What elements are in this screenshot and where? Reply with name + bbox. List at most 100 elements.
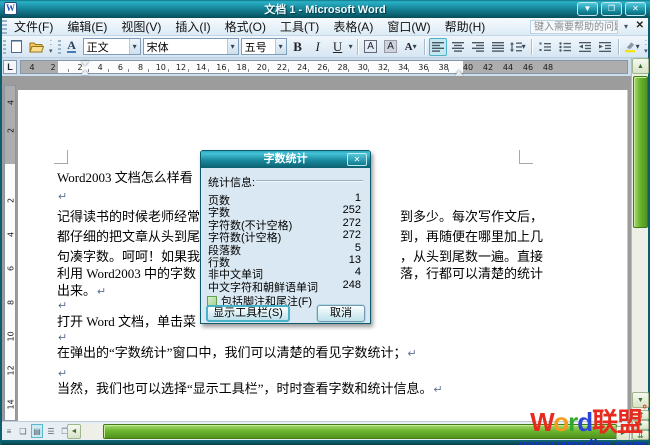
restore-button[interactable]: ❒ bbox=[601, 2, 622, 16]
ruler-number: 48 bbox=[541, 63, 555, 72]
increase-indent-icon bbox=[599, 42, 611, 52]
menu-item[interactable]: 格式(O) bbox=[218, 16, 273, 37]
bullets-button[interactable] bbox=[556, 38, 574, 56]
bold-button[interactable]: B bbox=[289, 38, 307, 56]
size-combo[interactable]: 五号 ▾ bbox=[241, 38, 287, 55]
character-shading-button[interactable]: A bbox=[382, 38, 400, 56]
dialog-close-button[interactable]: ✕ bbox=[347, 153, 367, 166]
ruler-number: 42 bbox=[481, 63, 495, 72]
menu-item[interactable]: 工具(T) bbox=[273, 16, 326, 37]
style-combo[interactable]: 正文 ▾ bbox=[83, 38, 141, 55]
ruler-number: 4 bbox=[7, 98, 16, 108]
view-buttons: ≡ ❑ ▤ ☰ ❐ bbox=[3, 424, 71, 438]
font-combo-arrow-icon[interactable]: ▾ bbox=[227, 39, 238, 54]
underline-button[interactable]: U bbox=[329, 38, 347, 56]
separator bbox=[618, 39, 619, 55]
separator bbox=[531, 39, 532, 55]
ruler-number: 40 bbox=[461, 63, 475, 72]
vertical-scroll-thumb[interactable] bbox=[633, 76, 648, 228]
menu-item[interactable]: 编辑(E) bbox=[60, 16, 114, 37]
show-toolbar-button[interactable]: 显示工具栏(S) bbox=[206, 305, 290, 322]
new-document-button[interactable] bbox=[8, 38, 26, 56]
menubar: 文件(F)编辑(E)视图(V)插入(I)格式(O)工具(T)表格(A)窗口(W)… bbox=[0, 18, 650, 36]
styles-icon: A bbox=[67, 40, 76, 53]
vertical-scrollbar[interactable]: ▲ ▼ ⇈ ● ⇊ bbox=[631, 58, 648, 440]
character-scaling-button[interactable]: A ▾ bbox=[402, 38, 420, 56]
line-spacing-button[interactable]: ▾ bbox=[509, 38, 527, 56]
increase-indent-button[interactable] bbox=[596, 38, 614, 56]
document-line: 在弹出的“字数统计”窗口中，我们可以清楚的看见字数统计；↵ bbox=[57, 342, 618, 359]
close-button[interactable]: ✕ bbox=[625, 2, 646, 16]
style-combo-arrow-icon[interactable]: ▾ bbox=[129, 39, 140, 54]
help-question-input[interactable]: 键入需要帮助的问题 bbox=[530, 20, 618, 34]
align-right-button[interactable] bbox=[469, 38, 487, 56]
italic-button[interactable]: I bbox=[309, 38, 327, 56]
ruler-number: 14 bbox=[7, 400, 16, 410]
size-combo-arrow-icon[interactable]: ▾ bbox=[275, 39, 286, 54]
underline-dropdown-icon[interactable]: ▾ bbox=[349, 42, 353, 51]
minimize-button[interactable]: ▼ bbox=[577, 2, 598, 16]
numbering-button[interactable] bbox=[536, 38, 554, 56]
menu-item[interactable]: 文件(F) bbox=[7, 16, 60, 37]
styles-and-formatting-button[interactable]: A bbox=[63, 38, 81, 56]
ruler-number: 6 bbox=[7, 264, 16, 274]
outline-view-button[interactable]: ☰ bbox=[45, 424, 57, 438]
style-combo-value: 正文 bbox=[84, 39, 129, 55]
watermark-letter: W bbox=[530, 407, 553, 437]
character-scaling-dropdown-icon: ▾ bbox=[413, 42, 417, 51]
font-combo[interactable]: 宋体 ▾ bbox=[143, 38, 239, 55]
document-text-fragment: 打开 Word 文档，单击菜 bbox=[57, 314, 196, 329]
ruler-number: 44 bbox=[501, 63, 515, 72]
watermark-brand: Word联盟° bbox=[486, 402, 646, 439]
close-document-icon[interactable]: ✕ bbox=[636, 20, 644, 31]
stat-row: 字符数(计空格)272 bbox=[208, 229, 363, 241]
ruler-number: 46 bbox=[521, 63, 535, 72]
dialog-titlebar[interactable]: 字数统计 bbox=[201, 151, 370, 168]
open-button[interactable] bbox=[28, 38, 46, 56]
font-combo-value: 宋体 bbox=[144, 39, 227, 55]
section-divider bbox=[256, 180, 363, 182]
menu-item[interactable]: 插入(I) bbox=[168, 16, 217, 37]
highlight-button[interactable]: ▾ bbox=[623, 38, 641, 56]
align-left-button[interactable] bbox=[429, 38, 447, 56]
document-line: 当然，我们也可以选择“显示工具栏”，时时查看字数和统计信息。↵ bbox=[57, 378, 618, 395]
stat-value: 4 bbox=[355, 266, 361, 278]
v-ruler: 422468101214 bbox=[4, 85, 16, 421]
menu-item[interactable]: 帮助(H) bbox=[438, 16, 493, 37]
menu-item[interactable]: 窗口(W) bbox=[380, 16, 437, 37]
cancel-button[interactable]: 取消 bbox=[317, 305, 365, 322]
window-border-left bbox=[0, 18, 2, 445]
paragraph-mark-icon: ↵ bbox=[57, 191, 67, 203]
distribute-icon bbox=[492, 42, 504, 52]
stat-row: 行数13 bbox=[208, 254, 363, 266]
scroll-left-button[interactable]: ◄ bbox=[67, 424, 81, 439]
ruler-number: 4 bbox=[93, 63, 107, 72]
scroll-up-button[interactable]: ▲ bbox=[632, 58, 649, 74]
highlight-icon bbox=[624, 41, 636, 53]
document-text-fragment: 到，再随便在哪里加上几 bbox=[400, 226, 543, 245]
tab-selector-button[interactable]: L bbox=[3, 60, 17, 74]
align-center-button[interactable] bbox=[449, 38, 467, 56]
normal-view-button[interactable]: ≡ bbox=[3, 424, 15, 438]
separator bbox=[357, 39, 358, 55]
web-layout-view-button[interactable]: ❑ bbox=[17, 424, 29, 438]
character-border-button[interactable]: A bbox=[362, 38, 380, 56]
document-text-fragment: 到多少。每次写作文后， bbox=[400, 206, 543, 225]
ruler-number: 4 bbox=[25, 63, 39, 72]
ruler-number: 30 bbox=[356, 63, 370, 72]
ruler-number: 4 bbox=[7, 230, 16, 240]
toolbar-more-button[interactable]: ⁚ ▾ bbox=[48, 37, 54, 57]
decrease-indent-button[interactable] bbox=[576, 38, 594, 56]
document-text-fragment: 在弹出的“字数统计”窗口中，我们可以清楚的看见字数统计； bbox=[57, 345, 407, 360]
ruler-number: 6 bbox=[113, 63, 127, 72]
ruler-row: L 42246810121416182022242628303234363840… bbox=[0, 58, 631, 76]
help-dropdown-icon[interactable]: ▾ bbox=[624, 22, 628, 31]
stat-row: 段落数5 bbox=[208, 242, 363, 254]
menu-item[interactable]: 视图(V) bbox=[114, 16, 168, 37]
stat-value: 5 bbox=[355, 242, 361, 254]
overflow-dots-icon: ⁚ bbox=[645, 39, 647, 47]
print-layout-view-button[interactable]: ▤ bbox=[31, 424, 43, 438]
distribute-button[interactable] bbox=[489, 38, 507, 56]
paragraph-mark-icon: ↵ bbox=[407, 348, 417, 360]
menu-item[interactable]: 表格(A) bbox=[326, 16, 380, 37]
